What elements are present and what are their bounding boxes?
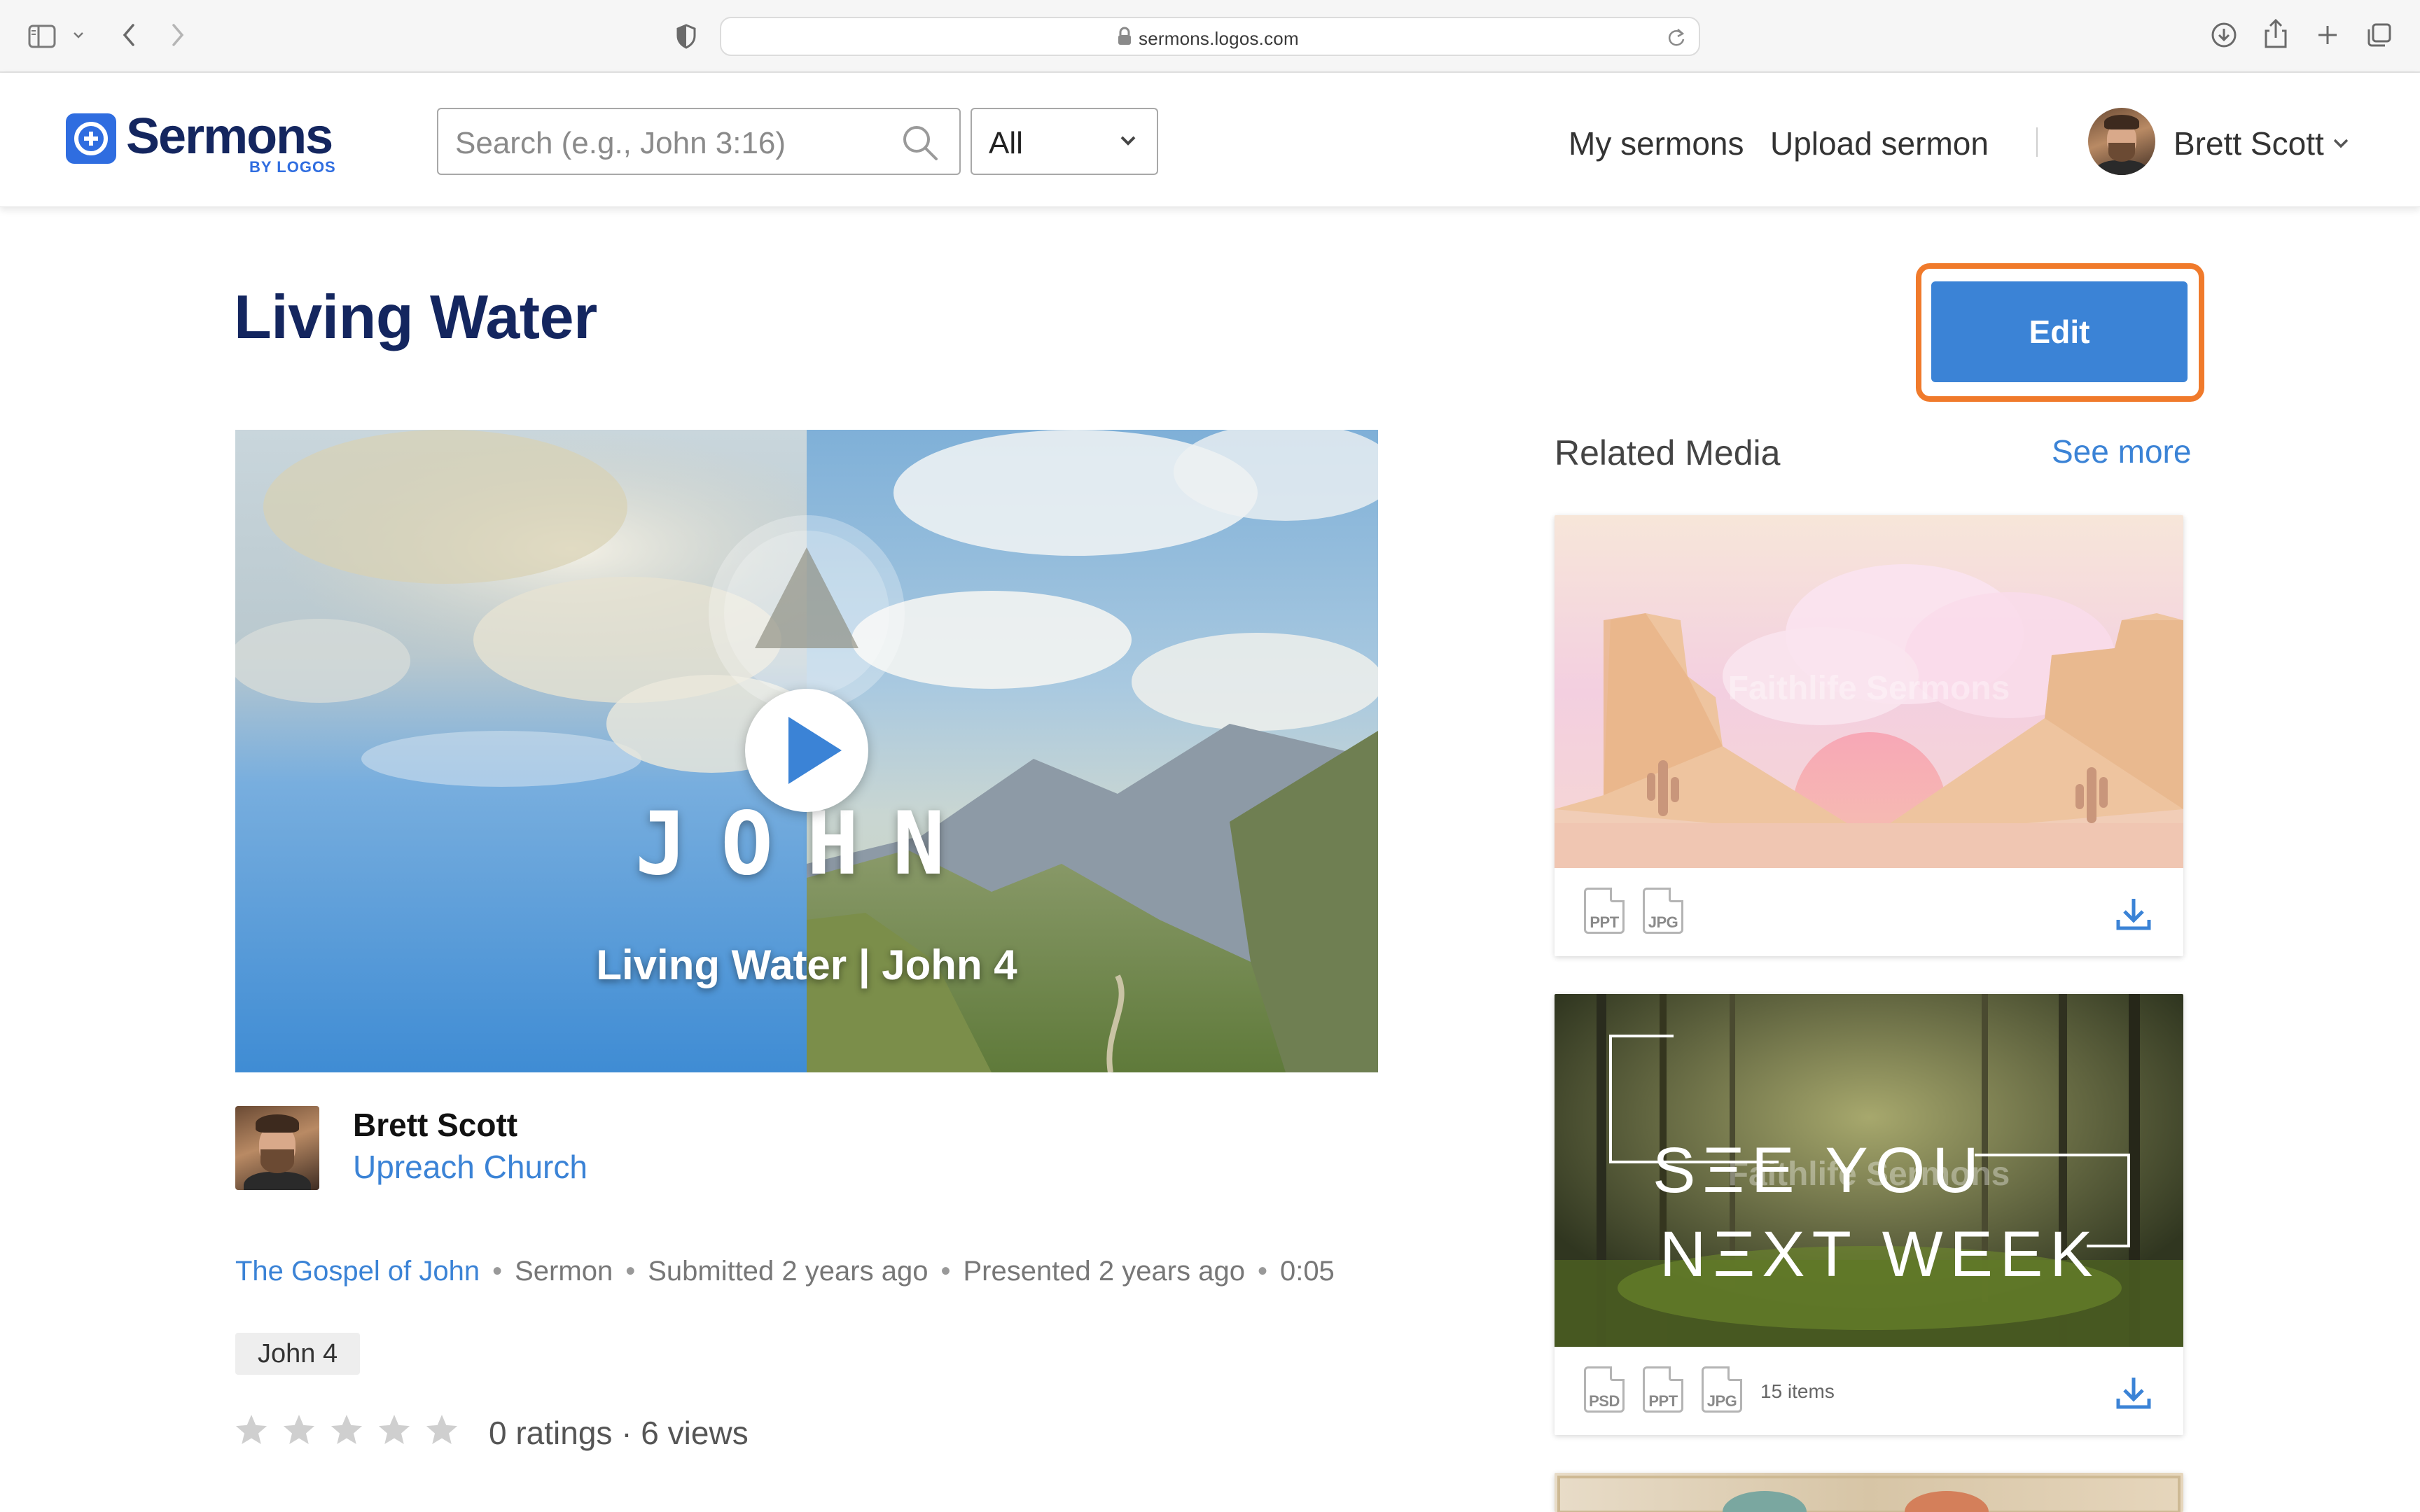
- media-card-footer: PPT JPG: [1555, 868, 2183, 956]
- nav-my-sermons[interactable]: My sermons: [1569, 125, 1744, 162]
- user-menu-name[interactable]: Brett Scott: [2174, 125, 2324, 162]
- nav-upload-sermon[interactable]: Upload sermon: [1770, 125, 1989, 162]
- church-link[interactable]: Upreach Church: [353, 1148, 587, 1186]
- search-scope-value: All: [989, 126, 1023, 160]
- sermon-video-player[interactable]: JOHN Living Water | John 4: [235, 430, 1378, 1072]
- related-media-card[interactable]: [1555, 1473, 2183, 1512]
- address-url: sermons.logos.com: [1139, 28, 1299, 49]
- share-icon[interactable]: [2260, 17, 2291, 50]
- chevron-down-icon: [1119, 134, 1137, 150]
- media-watermark: Faithlife Sermons: [1727, 670, 2010, 707]
- sermon-type: Sermon: [515, 1255, 613, 1287]
- star-icon[interactable]: [234, 1413, 269, 1448]
- related-media-card[interactable]: Faithlife Sermons PPT JPG: [1555, 515, 2183, 956]
- search-scope-select[interactable]: All: [971, 108, 1158, 175]
- related-media-card[interactable]: SΞE YOU NΞXT WEEK Faithlife Sermons PSD …: [1555, 994, 2183, 1435]
- star-icon[interactable]: [377, 1413, 412, 1448]
- meta-separator: •: [940, 1255, 951, 1287]
- logo-mark-icon: [66, 113, 116, 164]
- sidebar-toggle-icon[interactable]: [27, 21, 57, 52]
- psd-file-icon: PSD: [1584, 1366, 1625, 1413]
- jpg-file-icon: JPG: [1702, 1366, 1742, 1413]
- nav-divider: [2036, 127, 2038, 157]
- reload-icon[interactable]: [1667, 27, 1686, 48]
- tab-overview-icon[interactable]: [2365, 21, 2393, 49]
- ratings-summary: 0 ratings · 6 views: [489, 1415, 749, 1451]
- media-thumbnail[interactable]: Faithlife Sermons: [1555, 515, 2183, 868]
- back-icon[interactable]: [115, 21, 143, 49]
- privacy-shield-icon[interactable]: [674, 22, 699, 50]
- user-avatar[interactable]: [2088, 108, 2155, 175]
- edit-button[interactable]: Edit: [1931, 281, 2188, 382]
- ppt-file-icon: PPT: [1584, 888, 1625, 934]
- site-header: [0, 73, 2420, 207]
- jpg-file-icon: JPG: [1643, 888, 1683, 934]
- sermons-logo[interactable]: Sermons BY LOGOS: [66, 108, 339, 181]
- duration: 0:05: [1279, 1255, 1335, 1287]
- play-icon: [788, 717, 842, 784]
- hero-subtitle: Living Water | John 4: [596, 941, 1017, 988]
- star-icon[interactable]: [329, 1413, 364, 1448]
- media-card-footer: PSD PPT JPG 15 items: [1555, 1347, 2183, 1435]
- scripture-tag[interactable]: John 4: [235, 1333, 361, 1375]
- meta-separator: •: [1257, 1255, 1267, 1287]
- item-count: 15 items: [1760, 1380, 1835, 1402]
- address-bar[interactable]: sermons.logos.com: [720, 17, 1700, 56]
- series-link[interactable]: The Gospel of John: [235, 1256, 480, 1287]
- chevron-down-icon[interactable]: [70, 27, 87, 43]
- lock-icon: [1117, 27, 1132, 46]
- page-title: Living Water: [234, 282, 597, 351]
- media-thumbnail[interactable]: SΞE YOU NΞXT WEEK Faithlife Sermons: [1555, 994, 2183, 1347]
- meta-separator: •: [492, 1255, 503, 1287]
- logo-subtext: BY LOGOS: [249, 158, 336, 176]
- chevron-down-icon[interactable]: [2332, 137, 2350, 153]
- star-icon[interactable]: [281, 1413, 317, 1448]
- submitted-date: Submitted 2 years ago: [648, 1255, 929, 1287]
- sermon-meta: The Gospel of John • Sermon • Submitted …: [235, 1252, 1335, 1291]
- star-icon[interactable]: [424, 1413, 459, 1448]
- browser-toolbar: sermons.logos.com: [0, 0, 2420, 73]
- download-icon[interactable]: [2115, 1373, 2153, 1415]
- related-media-title: Related Media: [1555, 433, 1781, 472]
- star-rating[interactable]: [234, 1413, 459, 1448]
- media-thumbnail[interactable]: [1555, 1473, 2183, 1512]
- meta-separator: •: [625, 1255, 636, 1287]
- forward-icon[interactable]: [164, 21, 192, 49]
- author-photo[interactable]: [235, 1106, 319, 1190]
- new-tab-icon[interactable]: [2314, 21, 2342, 49]
- media-headline-2: NΞXT WEEK: [1660, 1219, 2100, 1290]
- download-icon[interactable]: [2115, 895, 2153, 936]
- presented-date: Presented 2 years ago: [963, 1255, 1245, 1287]
- logo-text: Sermons: [126, 108, 333, 164]
- search-input[interactable]: Search (e.g., John 3:16): [437, 108, 961, 175]
- author-name[interactable]: Brett Scott: [353, 1106, 517, 1144]
- ppt-file-icon: PPT: [1643, 1366, 1683, 1413]
- see-more-link[interactable]: See more: [2052, 433, 2191, 470]
- media-watermark: Faithlife Sermons: [1727, 1156, 2010, 1193]
- search-placeholder: Search (e.g., John 3:16): [455, 126, 786, 160]
- play-button[interactable]: [745, 689, 868, 812]
- search-icon[interactable]: [900, 123, 940, 166]
- download-icon[interactable]: [2209, 20, 2239, 50]
